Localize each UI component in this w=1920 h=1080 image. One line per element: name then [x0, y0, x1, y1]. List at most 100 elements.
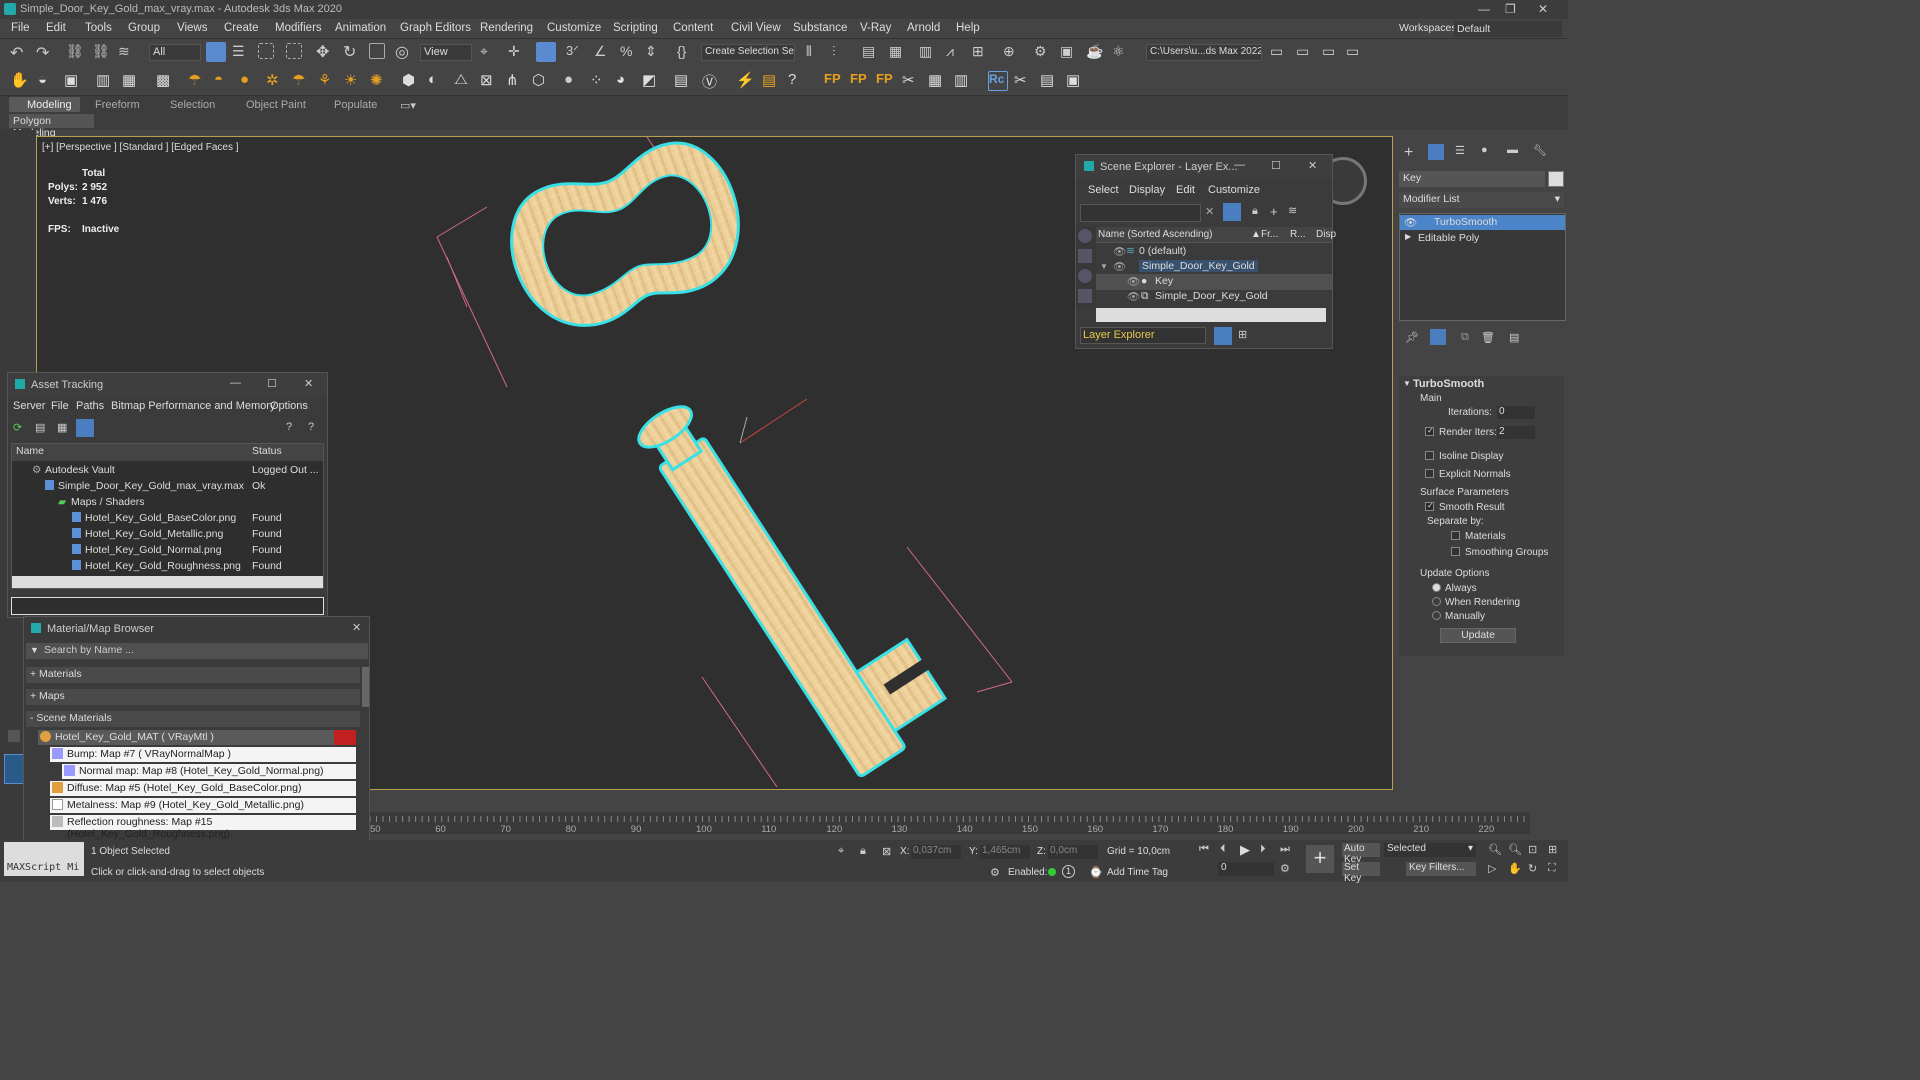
- menu-rendering[interactable]: Rendering: [480, 22, 533, 34]
- fov-icon[interactable]: ▷: [1488, 862, 1496, 875]
- key-filters-button[interactable]: Key Filters...: [1406, 862, 1476, 876]
- batch-icon[interactable]: ▤: [1040, 71, 1060, 91]
- at-col-status[interactable]: Status: [252, 445, 282, 457]
- next-frame-icon[interactable]: ⏵: [1260, 843, 1266, 856]
- transform-tool-icon[interactable]: ✂: [1014, 71, 1034, 91]
- vray-sphere-icon[interactable]: ●: [240, 71, 260, 91]
- zoom-extents-icon[interactable]: ⊡: [1528, 843, 1537, 856]
- make-unique-icon[interactable]: ⧉: [1461, 331, 1469, 344]
- material-multi-icon[interactable]: ⁘: [590, 71, 610, 91]
- render-iters-spinner[interactable]: 2: [1497, 426, 1535, 439]
- mb-item-roughness[interactable]: Reflection roughness: Map #15 (Hotel_Key…: [50, 815, 356, 840]
- vray-grass-icon[interactable]: ⋔: [506, 71, 526, 91]
- at-table-icon[interactable]: ▦: [57, 421, 67, 434]
- mb-item-bump[interactable]: Bump: Map #7 ( VRayNormalMap ): [50, 747, 356, 762]
- vray-clipper-icon[interactable]: ⊠: [480, 71, 500, 91]
- percent-snap-icon[interactable]: %: [620, 43, 640, 63]
- mb-group-maps[interactable]: + Maps: [26, 689, 360, 705]
- manually-radio[interactable]: [1432, 611, 1441, 620]
- se-add-layer-icon[interactable]: +: [1270, 204, 1278, 219]
- previous-frame-icon[interactable]: ⏴: [1220, 843, 1226, 856]
- material-ball-icon[interactable]: ●: [564, 71, 584, 91]
- table-row[interactable]: Hotel_Key_Gold_Metallic.png Found: [12, 527, 323, 543]
- absolute-mode-icon[interactable]: ⊠: [882, 845, 891, 858]
- undo-icon[interactable]: ↶: [10, 43, 30, 63]
- fp-grid-icon[interactable]: FP: [876, 71, 896, 91]
- z-coord-field[interactable]: 0,0cm: [1048, 845, 1098, 859]
- ribbon-tab-freeform[interactable]: Freeform: [95, 99, 140, 111]
- eye-icon[interactable]: 👁︎: [1127, 290, 1140, 303]
- menu-customize[interactable]: Customize: [547, 22, 601, 34]
- remove-modifier-icon[interactable]: 🗑︎: [1481, 331, 1495, 344]
- time-tag-icon[interactable]: 1: [1062, 865, 1075, 878]
- close-icon[interactable]: ✕: [1538, 2, 1548, 16]
- se-menu-customize[interactable]: Customize: [1208, 184, 1260, 196]
- minimize-icon[interactable]: —: [1478, 2, 1490, 16]
- menu-create[interactable]: Create: [224, 22, 259, 34]
- menu-views[interactable]: Views: [177, 22, 207, 34]
- mirror-icon[interactable]: ⫴: [806, 43, 826, 63]
- se-row-group[interactable]: 👁︎ ⧉ Simple_Door_Key_Gold: [1096, 289, 1332, 305]
- create-tab-icon[interactable]: +: [1404, 144, 1413, 162]
- create-project-icon[interactable]: ▭: [1322, 43, 1342, 63]
- panel-icon[interactable]: ▥: [954, 71, 974, 91]
- menu-arnold[interactable]: Arnold: [907, 22, 940, 34]
- smoothing-groups-checkbox[interactable]: [1451, 547, 1460, 556]
- eye-icon[interactable]: 👁︎: [1404, 216, 1417, 229]
- object-color-swatch[interactable]: [1548, 171, 1564, 187]
- se-col-display[interactable]: Disp: [1316, 229, 1336, 240]
- mb-scrollbar[interactable]: [362, 667, 369, 707]
- redo-icon[interactable]: ↷: [36, 43, 56, 63]
- eye-icon[interactable]: 👁︎: [1127, 275, 1140, 288]
- curve-editor-icon[interactable]: ⩘: [946, 43, 966, 63]
- object-name-field[interactable]: Key: [1399, 171, 1545, 187]
- expand-icon[interactable]: ▶: [1405, 232, 1411, 241]
- schematic-view-icon[interactable]: ⊞: [972, 43, 992, 63]
- rotate-icon[interactable]: ↻: [343, 42, 363, 62]
- edit-named-sel-icon[interactable]: {}: [677, 43, 697, 63]
- tools-icon[interactable]: ✂: [902, 71, 922, 91]
- placement-icon[interactable]: ◎: [395, 42, 415, 62]
- toggle-layer-explorer-icon[interactable]: ▦: [889, 43, 909, 63]
- update-button[interactable]: Update: [1440, 628, 1516, 643]
- vray-fur-icon[interactable]: ⧍: [454, 71, 474, 91]
- mb-group-scene-materials[interactable]: - Scene Materials: [26, 711, 360, 727]
- orbit-icon[interactable]: ↻: [1528, 862, 1537, 875]
- align-icon[interactable]: ⫶: [832, 43, 852, 63]
- se-hscrollbar[interactable]: [1096, 308, 1326, 322]
- auto-key-button[interactable]: Auto Key: [1342, 843, 1380, 865]
- time-config-icon[interactable]: ⚙: [1280, 862, 1290, 875]
- eye-icon[interactable]: 👁︎: [1113, 260, 1126, 273]
- ribbon-tab-selection[interactable]: Selection: [170, 99, 215, 111]
- table-row[interactable]: ⚙ Autodesk Vault Logged Out ...: [12, 463, 323, 479]
- se-row-key-object[interactable]: 👁︎ ● Key: [1096, 274, 1332, 290]
- se-lock-icon[interactable]: 🔒︎: [1252, 205, 1258, 218]
- workspaces-dropdown[interactable]: Default: [1454, 21, 1562, 37]
- material-lib-icon[interactable]: ◕: [616, 71, 636, 91]
- utilities-tab-icon[interactable]: 🔧︎: [1533, 144, 1547, 157]
- ribbon-tab-populate[interactable]: Populate: [334, 99, 377, 111]
- fp-icon[interactable]: FP: [824, 71, 844, 91]
- scene-explorer-titlebar[interactable]: Scene Explorer - Layer Ex... — ☐ ✕: [1076, 155, 1332, 179]
- select-manipulate-icon[interactable]: ✛: [508, 43, 528, 63]
- window-crossing-icon[interactable]: [286, 43, 302, 59]
- table-row[interactable]: ▰ Maps / Shaders: [12, 495, 323, 511]
- maximize-viewport-icon[interactable]: ⛶: [1548, 862, 1556, 875]
- vray-decal-icon[interactable]: ⬡: [532, 71, 552, 91]
- isoline-checkbox[interactable]: [1425, 451, 1434, 460]
- select-by-name-icon[interactable]: ☰: [232, 43, 252, 63]
- box-icon[interactable]: ▣: [64, 71, 84, 91]
- go-to-end-icon[interactable]: ⏭: [1280, 843, 1290, 856]
- snap-icon[interactable]: 3ᐟ: [566, 43, 586, 63]
- ribbon-polygon-modeling[interactable]: Polygon Modeling: [9, 114, 94, 139]
- add-time-tag[interactable]: Add Time Tag: [1107, 867, 1168, 878]
- restore-icon[interactable]: ❐: [1505, 2, 1516, 16]
- se-display-lights-icon[interactable]: [1078, 269, 1092, 283]
- adaptive-degradation-icon[interactable]: ⚙: [990, 866, 1000, 879]
- hierarchy-tab-icon[interactable]: ☰: [1455, 144, 1465, 157]
- at-help2-icon[interactable]: ?: [308, 421, 314, 433]
- se-col-name[interactable]: Name (Sorted Ascending): [1098, 229, 1213, 240]
- menu-edit[interactable]: Edit: [46, 22, 66, 34]
- zoom-extents-all-icon[interactable]: ⊞: [1548, 843, 1557, 856]
- menu-vray[interactable]: V-Ray: [860, 22, 891, 34]
